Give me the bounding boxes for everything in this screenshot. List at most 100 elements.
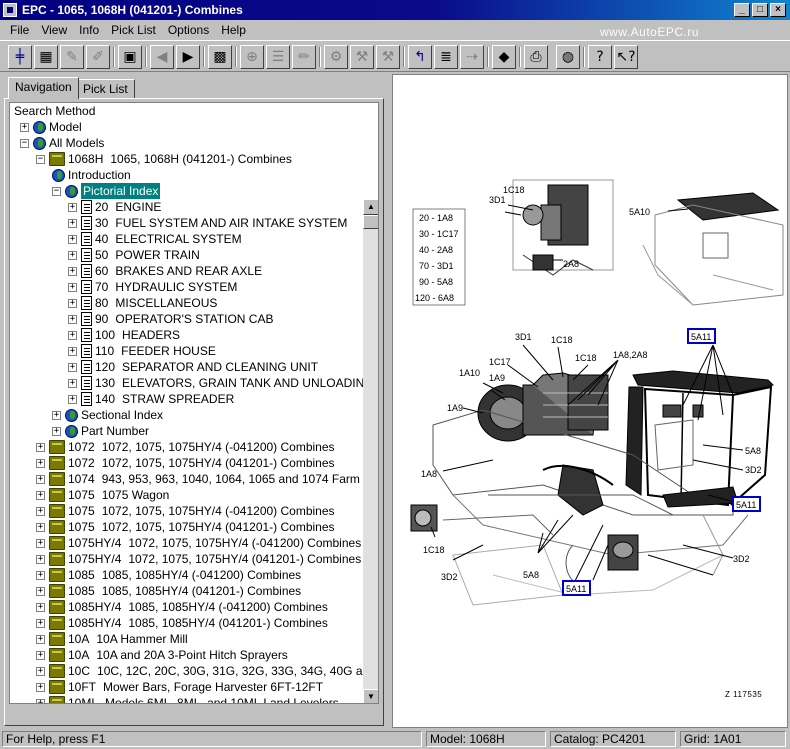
collapse-icon[interactable]: − bbox=[36, 154, 45, 164]
tree-item-model-entry[interactable]: +10ML Models 6ML, 8ML, and 10ML Land Leve… bbox=[36, 695, 339, 703]
tree-item-model-entry[interactable]: +1075HY/4 1072, 1075, 1075HY/4 (-041200) … bbox=[36, 535, 361, 551]
expand-icon[interactable]: + bbox=[36, 618, 45, 628]
tree-item-model-entry[interactable]: +1074 943, 953, 963, 1040, 1064, 1065 and… bbox=[36, 471, 378, 487]
tree-item-section[interactable]: +90 OPERATOR'S STATION CAB bbox=[68, 311, 273, 327]
tree-item-model-entry[interactable]: +1075HY/4 1072, 1075, 1075HY/4 (041201-) … bbox=[36, 551, 361, 567]
menu-file[interactable]: File bbox=[4, 23, 35, 37]
tree-item-section[interactable]: +50 POWER TRAIN bbox=[68, 247, 200, 263]
notes-icon[interactable]: ☰ bbox=[266, 45, 290, 69]
expand-icon[interactable]: + bbox=[36, 490, 45, 500]
tree-item-model-entry[interactable]: +1085 1085, 1085HY/4 (041201-) Combines bbox=[36, 583, 301, 599]
expand-icon[interactable]: + bbox=[68, 378, 77, 388]
tree-item-model-entry[interactable]: +1072 1072, 1075, 1075HY/4 (-041200) Comb… bbox=[36, 439, 335, 455]
expand-icon[interactable]: + bbox=[68, 218, 77, 228]
boxed-callout[interactable]: 5A11 bbox=[566, 584, 586, 594]
tree-item-model-entry[interactable]: +1085HY/4 1085, 1085HY/4 (041201-) Combin… bbox=[36, 615, 328, 631]
expand-icon[interactable]: + bbox=[36, 554, 45, 564]
edit-icon[interactable]: ✎ bbox=[60, 45, 84, 69]
tree-search-method[interactable]: Search Method bbox=[14, 103, 95, 119]
expand-icon[interactable]: + bbox=[52, 426, 61, 436]
expand-icon[interactable]: + bbox=[36, 474, 45, 484]
tree-item-model-entry[interactable]: +1085HY/4 1085, 1085HY/4 (-041200) Combin… bbox=[36, 599, 328, 615]
forward-arrow-icon[interactable]: ▶ bbox=[176, 45, 200, 69]
gear-icon[interactable]: ⚙ bbox=[324, 45, 348, 69]
expand-icon[interactable]: + bbox=[68, 394, 77, 404]
note-icon[interactable]: ✐ bbox=[86, 45, 110, 69]
callout-label[interactable]: 1C18 bbox=[575, 353, 597, 363]
tree-item-section[interactable]: +120 SEPARATOR AND CLEANING UNIT bbox=[68, 359, 318, 375]
back-arrow-icon[interactable]: ◀ bbox=[150, 45, 174, 69]
tree-item-model-entry[interactable]: +10FT Mower Bars, Forage Harvester 6FT-12… bbox=[36, 679, 323, 695]
expand-icon[interactable]: + bbox=[36, 650, 45, 660]
expand-icon[interactable]: + bbox=[68, 362, 77, 372]
scroll-up-button[interactable]: ▲ bbox=[363, 199, 378, 215]
callout-label[interactable]: 2A8 bbox=[563, 259, 579, 269]
navigation-tree[interactable]: Search Method + Model − All Models −1068H 1065… bbox=[9, 102, 379, 704]
expand-icon[interactable]: + bbox=[36, 634, 45, 644]
callout-label[interactable]: 3D2 bbox=[745, 465, 762, 475]
tree-item-pictorial-index[interactable]: − Pictorial Index bbox=[52, 183, 161, 199]
tree-item-section[interactable]: +100 HEADERS bbox=[68, 327, 180, 343]
expand-icon[interactable]: + bbox=[68, 266, 77, 276]
maximize-button[interactable]: □ bbox=[752, 3, 768, 17]
callout-label[interactable]: 3D2 bbox=[441, 572, 458, 582]
tree-vertical-scrollbar[interactable]: ▲ ▼ bbox=[363, 199, 378, 703]
callout-label[interactable]: 1A10 bbox=[459, 368, 480, 378]
callout-label[interactable]: 1C17 bbox=[489, 357, 511, 367]
callout-label[interactable]: 5A8 bbox=[745, 446, 761, 456]
expand-icon[interactable]: + bbox=[36, 570, 45, 580]
callout-label[interactable]: 1A9 bbox=[489, 373, 505, 383]
tree-item-model-entry[interactable]: +10A 10A and 20A 3-Point Hitch Sprayers bbox=[36, 647, 288, 663]
wrench-icon[interactable]: ⚒ bbox=[376, 45, 400, 69]
pictorial-index-illustration[interactable]: 20 - 1A8 30 - 1C17 40 - 2A8 70 - 3D1 90 … bbox=[393, 75, 788, 728]
tree-item-section[interactable]: +40 ELECTRICAL SYSTEM bbox=[68, 231, 242, 247]
collapse-icon[interactable]: − bbox=[52, 186, 61, 196]
tree-item-model-entry[interactable]: +1072 1072, 1075, 1075HY/4 (041201-) Comb… bbox=[36, 455, 335, 471]
boxed-callout[interactable]: 5A11 bbox=[736, 500, 756, 510]
callout-label[interactable]: 1C18 bbox=[503, 185, 525, 195]
callout-label[interactable]: 3D1 bbox=[515, 332, 532, 342]
scroll-thumb[interactable] bbox=[363, 215, 378, 229]
expand-icon[interactable]: + bbox=[36, 442, 45, 452]
tree-item-introduction[interactable]: Introduction bbox=[52, 167, 131, 183]
tree-item-sectional-index[interactable]: + Sectional Index bbox=[52, 407, 163, 423]
expand-icon[interactable]: + bbox=[36, 602, 45, 612]
boxed-callout[interactable]: 5A11 bbox=[691, 332, 711, 342]
expand-icon[interactable]: + bbox=[68, 330, 77, 340]
list-icon[interactable]: ≣ bbox=[434, 45, 458, 69]
tree-item-section[interactable]: +80 MISCELLANEOUS bbox=[68, 295, 217, 311]
callout-label[interactable]: 1A8 bbox=[421, 469, 437, 479]
tree-item-section[interactable]: +140 STRAW SPREADER bbox=[68, 391, 234, 407]
callout-label[interactable]: 3D2 bbox=[733, 554, 750, 564]
expand-icon[interactable]: + bbox=[68, 234, 77, 244]
tab-navigation[interactable]: Navigation bbox=[8, 77, 79, 99]
expand-icon[interactable]: + bbox=[68, 314, 77, 324]
callout-label[interactable]: 1A9 bbox=[447, 403, 463, 413]
tree-item-model-entry[interactable]: +10C 10C, 12C, 20C, 30G, 31G, 32G, 33G, 3… bbox=[36, 663, 378, 679]
expand-icon[interactable]: + bbox=[36, 682, 45, 692]
callout-label[interactable]: 1C18 bbox=[551, 335, 573, 345]
expand-icon[interactable]: + bbox=[36, 698, 45, 703]
tree-item-model-entry[interactable]: +1085 1085, 1085HY/4 (-041200) Combines bbox=[36, 567, 301, 583]
help-icon[interactable]: ? bbox=[588, 45, 612, 69]
scroll-down-button[interactable]: ▼ bbox=[363, 689, 378, 703]
expand-icon[interactable]: + bbox=[36, 586, 45, 596]
expand-icon[interactable]: + bbox=[68, 250, 77, 260]
tree-item-model-entry[interactable]: +1075 1072, 1075, 1075HY/4 (-041200) Comb… bbox=[36, 503, 335, 519]
tree-item-section[interactable]: +130 ELEVATORS, GRAIN TANK AND UNLOADING bbox=[68, 375, 374, 391]
expand-icon[interactable]: + bbox=[36, 522, 45, 532]
pencil-icon[interactable]: ✏ bbox=[292, 45, 316, 69]
expand-icon[interactable]: + bbox=[36, 538, 45, 548]
tab-pick-list[interactable]: Pick List bbox=[76, 79, 135, 99]
menu-pick-list[interactable]: Pick List bbox=[105, 23, 162, 37]
tree-item-section[interactable]: +70 HYDRAULIC SYSTEM bbox=[68, 279, 237, 295]
tree-view-icon[interactable]: ╪ bbox=[8, 45, 32, 69]
tree-item-part-number[interactable]: + Part Number bbox=[52, 423, 149, 439]
tree-item-model-entry[interactable]: +10A 10A Hammer Mill bbox=[36, 631, 188, 647]
collapse-icon[interactable]: − bbox=[20, 138, 29, 148]
tree-item-model[interactable]: + Model bbox=[20, 119, 82, 135]
expand-icon[interactable]: + bbox=[68, 346, 77, 356]
expand-icon[interactable]: + bbox=[36, 506, 45, 516]
callout-label[interactable]: 5A8 bbox=[523, 570, 539, 580]
app-icon[interactable] bbox=[3, 3, 17, 17]
